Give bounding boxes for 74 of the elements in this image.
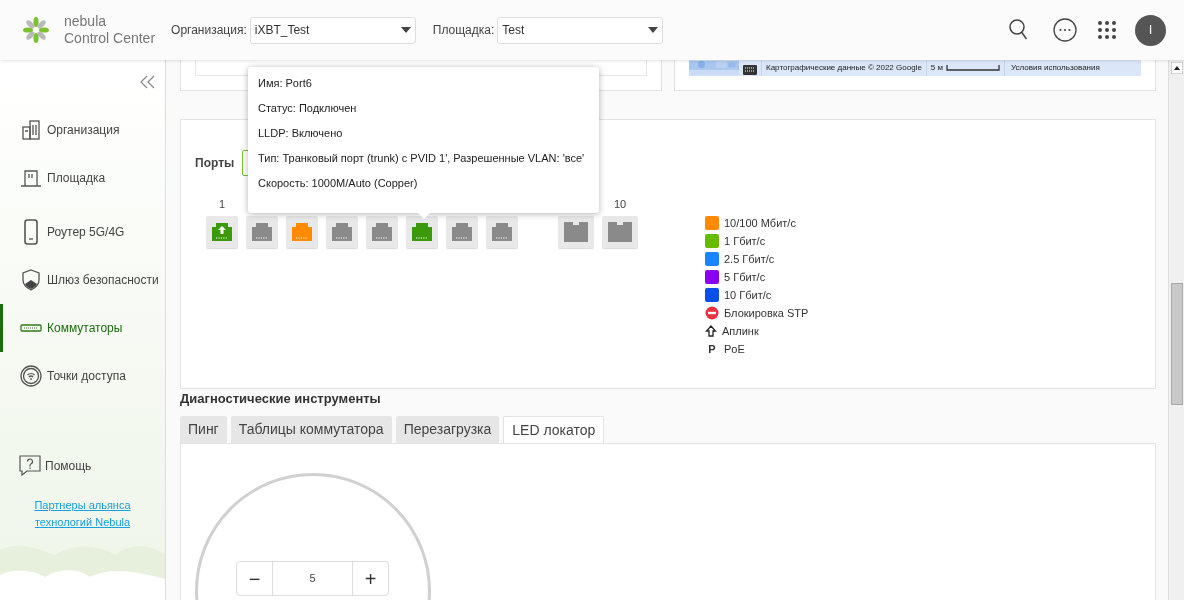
tab[interactable]: LED локатор: [503, 416, 605, 443]
number-stepper[interactable]: − 5 +: [236, 561, 389, 596]
legend-label: 10/100 Мбит/с: [724, 215, 796, 231]
tooltip-line: Имя: Port6: [258, 76, 313, 91]
scale-bar-icon: [946, 65, 1000, 71]
switch-icon: [20, 324, 42, 332]
org-select[interactable]: iXBT_Test: [249, 16, 416, 44]
port-number: 10: [613, 197, 627, 210]
port-number: 1: [218, 197, 226, 210]
access-point-icon: [20, 365, 42, 387]
site-select[interactable]: Test: [497, 16, 664, 44]
decrement-button[interactable]: −: [237, 562, 273, 595]
legend-label: 1 Гбит/с: [724, 233, 766, 249]
legend-label: Блокировка STP: [724, 305, 809, 321]
up-arrow-icon: [705, 325, 717, 337]
ethernet-port[interactable]: [286, 216, 318, 248]
logo-icon: [22, 16, 50, 44]
building-icon: [21, 119, 41, 141]
phone-icon: [23, 219, 39, 245]
search-icon[interactable]: [1009, 19, 1029, 41]
ethernet-port[interactable]: [366, 216, 398, 248]
sidebar-item[interactable]: Организация: [0, 106, 165, 154]
help-link[interactable]: Помощь: [45, 457, 92, 475]
stepper-value: 5: [308, 571, 317, 587]
legend-label: 10 Гбит/с: [724, 287, 772, 303]
scroll-thumb[interactable]: [1170, 283, 1183, 405]
logo-text: nebula: [64, 13, 108, 30]
ethernet-port[interactable]: [246, 216, 278, 248]
sidebar-item[interactable]: Шлюз безопасности: [0, 256, 165, 304]
legend-label: 5 Гбит/с: [724, 269, 766, 285]
ethernet-port[interactable]: [406, 216, 438, 248]
tooltip-line: Тип: Транковый порт (trunk) с PVID 1', Разрешенные VLAN: 'все': [258, 151, 586, 166]
caret-icon: [648, 27, 659, 33]
shield-icon: [21, 269, 41, 291]
ethernet-port[interactable]: [446, 216, 478, 248]
apps-grid-icon[interactable]: [1097, 20, 1117, 40]
scrollbar[interactable]: [1168, 60, 1184, 600]
tooltip-line: LLDP: Включено: [258, 126, 344, 141]
sidebar-item[interactable]: Точки доступа: [0, 352, 165, 400]
building-icon: [20, 168, 42, 188]
blocked-icon: [705, 306, 719, 320]
terms-link[interactable]: Условия использования: [1004, 60, 1106, 76]
legend-label: 2.5 Гбит/с: [724, 251, 775, 267]
ethernet-port[interactable]: [326, 216, 358, 248]
more-icon[interactable]: [1053, 18, 1077, 42]
sidebar-item[interactable]: Площадка: [0, 154, 165, 202]
ethernet-port[interactable]: [206, 216, 238, 248]
map-scale-text: 5 м: [930, 62, 943, 74]
user-avatar[interactable]: I: [1135, 14, 1166, 46]
tab[interactable]: Пинг: [180, 416, 227, 443]
poe-symbol: P: [707, 341, 717, 357]
map-attribution: Картографические данные © 2022 Google: [761, 60, 926, 76]
tooltip-line: Скорость: 1000M/Auto (Copper): [258, 176, 419, 191]
legend-label: PoE: [724, 341, 745, 357]
sfp-port[interactable]: [558, 216, 594, 248]
legend-label: Аплинк: [722, 323, 759, 339]
sidebar-item[interactable]: Коммутаторы: [0, 304, 165, 352]
ports-title: Порты: [195, 155, 235, 172]
ethernet-port[interactable]: [486, 216, 518, 248]
help-icon: [19, 455, 41, 477]
keyboard-icon[interactable]: [743, 65, 757, 75]
org-label: Организация:: [171, 22, 247, 39]
increment-button[interactable]: +: [352, 562, 388, 595]
section-title: Диагностические инструменты: [180, 390, 382, 408]
collapse-icon[interactable]: [139, 74, 155, 90]
tooltip-line: Статус: Подключен: [258, 101, 358, 116]
site-label: Площадка:: [432, 22, 495, 39]
tab[interactable]: Таблицы коммутатора: [230, 416, 392, 443]
caret-icon: [400, 27, 411, 33]
logo-text: Control Center: [64, 30, 156, 47]
scroll-up-icon[interactable]: [1170, 62, 1183, 74]
sfp-port[interactable]: [602, 216, 638, 248]
tab[interactable]: Перезагрузка: [395, 416, 500, 443]
sidebar-item[interactable]: Роутер 5G/4G: [0, 208, 165, 256]
